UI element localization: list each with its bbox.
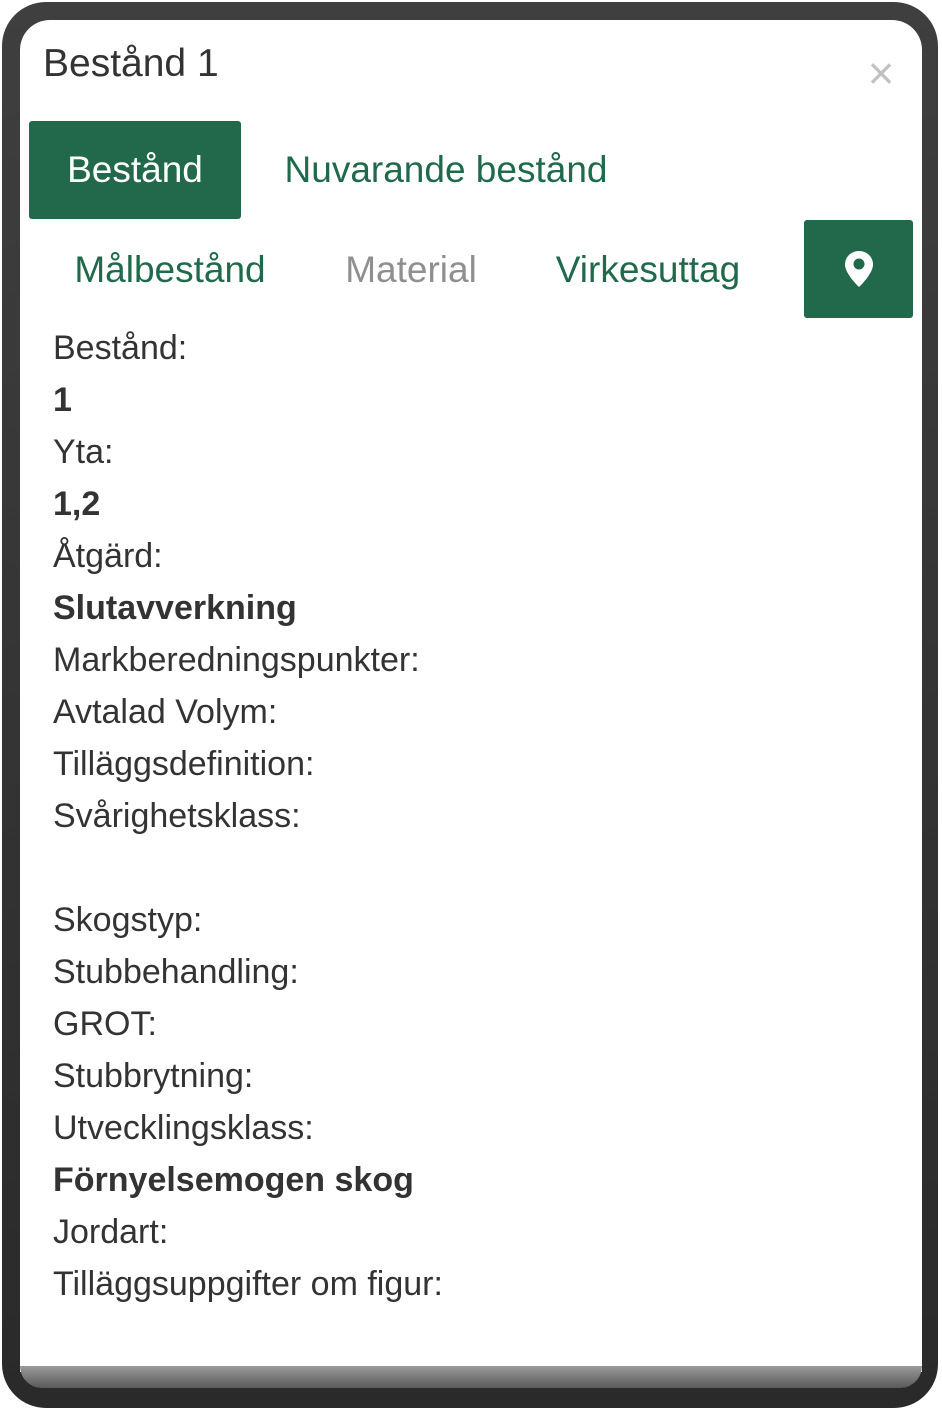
field-value-atgard: Slutavverkning: [53, 589, 297, 627]
field-label-jordart: Jordart:: [53, 1213, 169, 1251]
stand-details: Bestånd: 1 Yta: 1,2 Åtgärd: Slutavverkni…: [53, 322, 443, 1310]
field-label-svarighetsklass: Svårighetsklass:: [53, 797, 301, 835]
field-label-stubbehandling: Stubbehandling:: [53, 953, 299, 991]
stand-dialog: Bestånd 1 × Bestånd Nuvarande bestånd Må…: [20, 20, 922, 1372]
field-label-tillaggsdefinition: Tilläggsdefinition:: [53, 745, 315, 783]
field-value-bestand: 1: [53, 381, 72, 419]
field-label-skogstyp: Skogstyp:: [53, 901, 203, 939]
dialog-title: Bestånd 1: [43, 42, 219, 85]
field-label-tillaggsuppgifter: Tilläggsuppgifter om figur:: [53, 1265, 443, 1303]
dialog-bottom-edge: [20, 1366, 922, 1388]
tab-bestand[interactable]: Bestånd: [29, 121, 241, 219]
field-label-bestand: Bestånd:: [53, 329, 188, 367]
close-icon[interactable]: ×: [856, 48, 906, 98]
tab-material[interactable]: Material: [338, 220, 484, 320]
location-button[interactable]: [804, 220, 913, 318]
field-label-yta: Yta:: [53, 433, 114, 471]
field-label-avtalad-volym: Avtalad Volym:: [53, 693, 278, 731]
field-label-atgard: Åtgärd:: [53, 537, 163, 575]
field-value-utvecklingsklass: Förnyelsemogen skog: [53, 1161, 414, 1199]
tab-nuvarande-bestand[interactable]: Nuvarande bestånd: [276, 121, 616, 219]
map-marker-icon: [844, 251, 873, 287]
field-label-grot: GROT:: [53, 1005, 157, 1043]
field-value-yta: 1,2: [53, 485, 101, 523]
field-label-utvecklingsklass: Utvecklingsklass:: [53, 1109, 314, 1147]
tab-malbestand[interactable]: Målbestånd: [60, 220, 280, 320]
tab-virkesuttag[interactable]: Virkesuttag: [548, 220, 748, 320]
field-label-stubbrytning: Stubbrytning:: [53, 1057, 254, 1095]
empty-value-row: [53, 842, 443, 894]
field-label-markberedningspunkter: Markberedningspunkter:: [53, 641, 420, 679]
